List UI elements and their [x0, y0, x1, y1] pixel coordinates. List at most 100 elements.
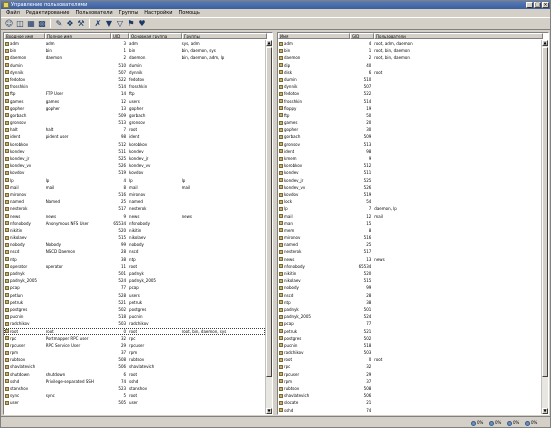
table-row[interactable]: petlun 528 users [4, 292, 265, 299]
table-row[interactable]: nikitin 520 [278, 270, 541, 277]
table-row[interactable]: rpm 37 [278, 378, 541, 385]
new-group-2-button[interactable]: ❖ [65, 19, 75, 29]
table-row[interactable]: rubtsov 508 [278, 385, 541, 392]
table-row[interactable]: ftp 50 [278, 112, 541, 119]
table-row[interactable]: stanshov 523 stanshov [4, 385, 265, 392]
table-row[interactable]: lock 54 [278, 198, 541, 205]
table-row[interactable]: rpc Portmapper RPC user 32 rpc [4, 335, 265, 342]
table-row[interactable]: pcap 77 pcap [4, 284, 265, 291]
column-header[interactable]: Полное имя [45, 33, 111, 39]
table-row[interactable]: bin 1 root, bin, daemon [278, 47, 541, 54]
table-row[interactable]: kondev 511 [278, 169, 541, 176]
column-header[interactable]: GID [350, 33, 374, 39]
menu-item[interactable]: Помощь [176, 9, 203, 17]
table-row[interactable]: nscd 28 [278, 292, 541, 299]
table-row[interactable]: adm 4 root, adm, daemon [278, 40, 541, 47]
edit-group-button[interactable]: ⚒ [76, 19, 86, 29]
table-row[interactable]: rpc 32 [278, 363, 541, 370]
table-row[interactable]: nobody Nobody 99 nobody [4, 241, 265, 248]
table-row[interactable]: kondev_jr 525 kondev_jr [4, 155, 265, 162]
table-row[interactable]: mail mail 8 mail mail [4, 184, 265, 191]
table-row[interactable]: pcap 77 [278, 320, 541, 327]
column-header[interactable]: Пользователи [374, 33, 543, 39]
scroll-thumb[interactable] [542, 47, 548, 377]
scroll-down-arrow[interactable]: ▼ [266, 408, 272, 414]
scroll-thumb[interactable] [266, 47, 272, 377]
column-header[interactable]: Имя [278, 33, 350, 39]
minimize-button[interactable]: _ [526, 2, 533, 8]
table-row[interactable]: floppy 19 [278, 105, 541, 112]
scroll-down-arrow[interactable]: ▼ [542, 408, 548, 414]
table-row[interactable]: nesterok 517 nesterok [4, 205, 265, 212]
help-button[interactable]: ♥ [137, 19, 147, 29]
table-row[interactable]: rubtsov 508 rubtsov [4, 356, 265, 363]
table-row[interactable]: adm adm 3 adm sys, adm [4, 40, 265, 47]
table-row[interactable]: nikolaev 515 [278, 277, 541, 284]
table-row[interactable]: shutdown shutdown 6 root [4, 371, 265, 378]
table-row[interactable]: daemon daemon 2 daemon bin, daemon, adm, lp [4, 54, 265, 61]
table-row[interactable]: gronsov 513 gronsov [4, 119, 265, 126]
table-row[interactable]: gopher 30 [278, 126, 541, 133]
new-user-button[interactable]: ☺ [4, 19, 14, 29]
table-row[interactable]: frosshkin 514 frosshkin [4, 83, 265, 90]
filter-2-button[interactable]: ▽ [115, 19, 125, 29]
table-row[interactable]: petruk 521 petruk [4, 299, 265, 306]
delete-group-button[interactable]: ✗ [93, 19, 103, 29]
table-row[interactable]: games games 12 users [4, 98, 265, 105]
table-row[interactable]: gronsov 513 [278, 141, 541, 148]
table-row[interactable]: lp lp 4 lp lp [4, 177, 265, 184]
table-row[interactable]: dumin 510 dumin [4, 62, 265, 69]
table-row[interactable]: nscd NSCD Daemon 28 nscd [4, 248, 265, 255]
table-row[interactable]: korobkov 512 korobkov [4, 141, 265, 148]
table-row[interactable]: padnyk 501 [278, 306, 541, 313]
users-vertical-scrollbar[interactable]: ▲ ▼ [265, 40, 272, 414]
table-row[interactable]: korobkov 512 [278, 162, 541, 169]
table-row[interactable]: slocate 21 [278, 399, 541, 406]
scroll-up-arrow[interactable]: ▲ [542, 40, 548, 46]
table-row[interactable]: dumin 510 [278, 76, 541, 83]
menu-item[interactable]: Пользователи [72, 9, 115, 17]
table-row[interactable]: kmem 9 [278, 155, 541, 162]
table-row[interactable]: nobody 99 [278, 284, 541, 291]
table-row[interactable]: news 13 news [278, 256, 541, 263]
new-group-button[interactable]: ◫ [15, 19, 25, 29]
table-row[interactable]: halt halt 7 root [4, 126, 265, 133]
table-row[interactable]: sync sync 5 root [4, 392, 265, 399]
table-row[interactable]: sshd Privilege-separated SSH 74 sshd [4, 378, 265, 385]
table-row[interactable]: root 0 root [278, 356, 541, 363]
maximize-button[interactable]: □ [534, 2, 541, 8]
table-row[interactable]: radchikov 503 [278, 349, 541, 356]
table-row[interactable]: gorbach 509 gorbach [4, 112, 265, 119]
table-row[interactable]: mem 8 [278, 227, 541, 234]
table-row[interactable]: rpm 37 rpm [4, 349, 265, 356]
table-row[interactable]: shavlatevich 506 shavlatevich [4, 363, 265, 370]
table-row[interactable]: frosshkin 514 [278, 98, 541, 105]
menu-item[interactable]: Файл [3, 9, 23, 17]
table-row[interactable]: sshd 74 [278, 407, 541, 414]
table-row[interactable]: radchikov 503 radchikov [4, 320, 265, 327]
scroll-up-arrow[interactable]: ▲ [266, 40, 272, 46]
table-row[interactable]: mironov 516 mironov [4, 191, 265, 198]
table-row[interactable]: daemon 2 root, bin, daemon [278, 54, 541, 61]
table-row[interactable]: pucnin 518 [278, 342, 541, 349]
table-row[interactable]: postgres 502 postgres [4, 306, 265, 313]
table-row[interactable]: fedotov 522 [278, 90, 541, 97]
table-row[interactable]: news news 9 news news [4, 213, 265, 220]
filter-button[interactable]: ▼ [104, 19, 114, 29]
table-row[interactable]: user 505 user [4, 399, 265, 406]
table-row[interactable]: kovdov 519 [278, 191, 541, 198]
table-row[interactable]: kondev 511 kondev [4, 148, 265, 155]
table-row[interactable]: nfsnobody Anonymous NFS User 65534 nfsnobod… [4, 220, 265, 227]
table-row[interactable]: dynnik 507 dynnik [4, 69, 265, 76]
column-header[interactable]: Входное имя [4, 33, 45, 39]
table-row[interactable]: dip 40 [278, 62, 541, 69]
edit-user-button[interactable]: ▦ [26, 19, 36, 29]
table-row[interactable]: ntp 38 ntp [4, 256, 265, 263]
set-password-button[interactable]: ✎ [54, 19, 64, 29]
table-row[interactable]: named 25 [278, 241, 541, 248]
table-row[interactable]: rpcuser RPC Service User 29 rpcuser [4, 342, 265, 349]
menu-item[interactable]: Редактирование [23, 9, 73, 17]
table-row[interactable]: padnyk_2005 524 padnyk_2005 [4, 277, 265, 284]
table-row[interactable]: rpcuser 29 [278, 371, 541, 378]
table-row[interactable]: operator operator 11 root [4, 263, 265, 270]
